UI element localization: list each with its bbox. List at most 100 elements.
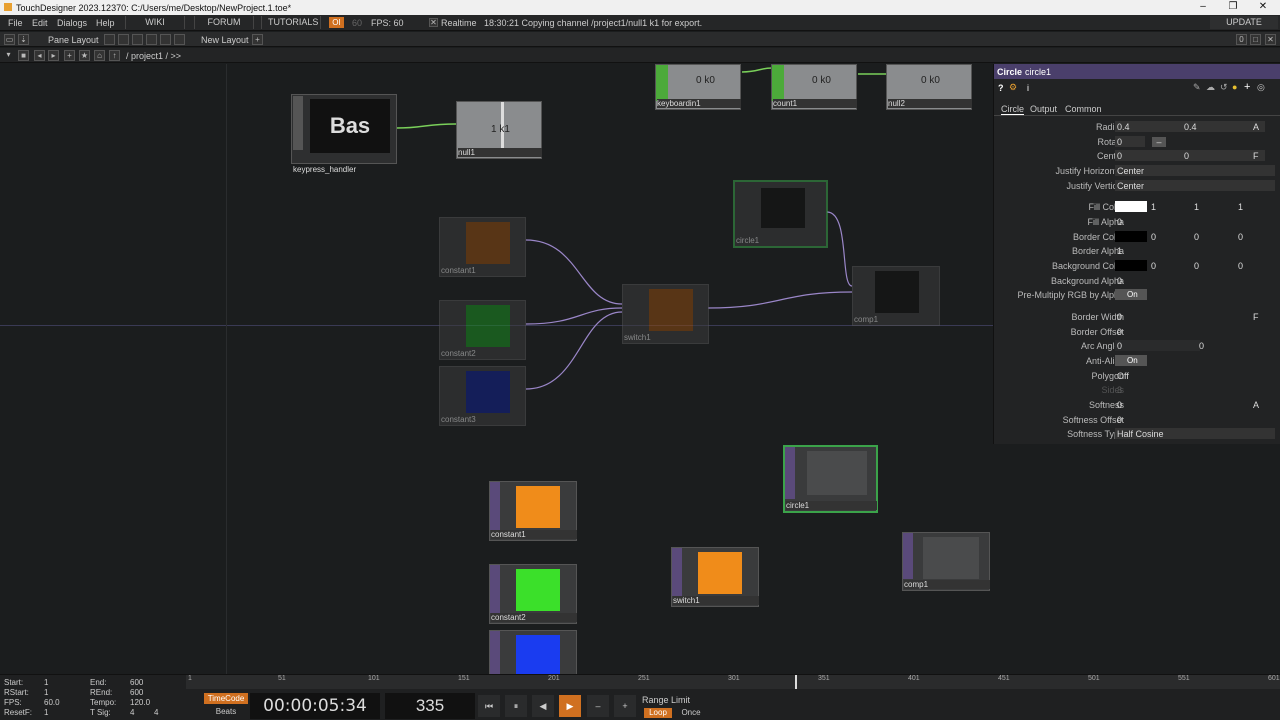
param-center[interactable]: Center 0 0 F <box>994 149 1280 163</box>
param-border-offset[interactable]: Border Offset 0 <box>994 325 1280 339</box>
play-icon[interactable]: ▶ <box>559 695 581 717</box>
param-border-width[interactable]: Border Width 0 F <box>994 310 1280 324</box>
split-icon[interactable]: ⇣ <box>18 34 29 45</box>
param-softness-offset[interactable]: Softness Offset 0 <box>994 413 1280 427</box>
param-softness[interactable]: Softness 0 A <box>994 398 1280 412</box>
once-button[interactable]: Once <box>676 708 706 718</box>
pane-icon[interactable]: ▭ <box>4 34 15 45</box>
tsig-value-2[interactable]: 4 <box>154 708 158 717</box>
layout-3-button[interactable] <box>132 34 143 45</box>
param-fill-alpha[interactable]: Fill Alpha 0 <box>994 215 1280 229</box>
close-icon[interactable]: ✕ <box>1248 1 1278 12</box>
node-constant2[interactable]: constant2 <box>489 564 577 624</box>
param-justify-horizontal[interactable]: Justify Horizontal Center <box>994 164 1280 178</box>
minimize-icon[interactable]: – <box>1188 1 1218 12</box>
menu-dialogs[interactable]: Dialogs <box>57 18 87 28</box>
python-icon[interactable]: ⚙ <box>1009 82 1017 93</box>
maximize-icon[interactable]: ❐ <box>1218 1 1248 12</box>
tab-output[interactable]: Output <box>1030 104 1057 114</box>
param-premultiply[interactable]: Pre-Multiply RGB by Alpha On <box>994 288 1280 302</box>
menu-edit[interactable]: Edit <box>32 18 48 28</box>
pane-close-icon[interactable]: ✕ <box>1265 34 1276 45</box>
node-constant1[interactable]: constant1 <box>489 481 577 541</box>
layout-2-button[interactable] <box>118 34 129 45</box>
param-justify-vertical[interactable]: Justify Vertical Center <box>994 179 1280 193</box>
param-radius[interactable]: Radius 0.4 0.4 A <box>994 120 1280 134</box>
network-path[interactable]: / project1 / >> <box>126 51 181 61</box>
param-border-alpha[interactable]: Border Alpha 1 <box>994 244 1280 258</box>
realtime-checkbox[interactable]: ✕ <box>429 18 438 27</box>
node-comp1[interactable]: comp1 <box>902 532 990 591</box>
wiki-button[interactable]: WIKI <box>125 16 185 29</box>
pane-max-icon[interactable]: □ <box>1250 34 1261 45</box>
add-layout-icon[interactable]: + <box>252 34 263 45</box>
node-count1[interactable]: 0 k0 count1 <box>771 64 857 110</box>
param-softness-type[interactable]: Softness Type Half Cosine <box>994 427 1280 441</box>
layout-4-button[interactable] <box>146 34 157 45</box>
param-rotate[interactable]: Rotate 0– <box>994 135 1280 149</box>
node-null2[interactable]: 0 k0 null2 <box>886 64 972 110</box>
param-background-color[interactable]: Background Color 0 0 0 <box>994 259 1280 273</box>
param-arc-angles[interactable]: Arc Angles 0 0 <box>994 339 1280 353</box>
target-icon[interactable]: ◎ <box>1257 82 1265 93</box>
op-name[interactable]: circle1 <box>1025 67 1051 77</box>
pane-type-icon[interactable]: ■ <box>18 50 29 61</box>
node-constant3[interactable] <box>489 630 577 674</box>
frame-display[interactable]: 335 <box>385 693 475 719</box>
pause-icon[interactable]: ⏸ <box>505 695 527 717</box>
up-icon[interactable]: ↑ <box>109 50 120 61</box>
menu-file[interactable]: File <box>8 18 23 28</box>
reset-icon[interactable]: ↺ <box>1220 82 1228 93</box>
comment-icon[interactable]: ☁ <box>1206 82 1215 93</box>
param-fill-color[interactable]: Fill Color 1 1 1 <box>994 200 1280 214</box>
forward-icon[interactable]: ▸ <box>48 50 59 61</box>
home-icon[interactable]: ⌂ <box>94 50 105 61</box>
oi-button[interactable]: OI <box>329 17 344 28</box>
beats-toggle[interactable]: Beats <box>204 706 248 717</box>
tempo-value[interactable]: 120.0 <box>130 698 150 707</box>
resetf-value[interactable]: 1 <box>44 708 48 717</box>
layout-5-button[interactable] <box>160 34 171 45</box>
pane-menu-icon[interactable]: ▾ <box>3 50 14 61</box>
playhead[interactable] <box>795 675 797 689</box>
timeline-ruler[interactable]: 1 51 101 151 201 251 301 351 401 451 501 551 601 <box>186 675 1280 689</box>
pane-zero-button[interactable]: 0 <box>1236 34 1247 45</box>
node-keypress-handler[interactable]: Bas keypress_handler <box>291 94 397 174</box>
start-value[interactable]: 1 <box>44 678 48 687</box>
timecode-toggle[interactable]: TimeCode <box>204 693 248 704</box>
bookmark-icon[interactable]: ★ <box>79 50 90 61</box>
info-icon[interactable]: i <box>1027 83 1029 93</box>
node-switch1[interactable]: switch1 <box>671 547 759 607</box>
play-reverse-icon[interactable]: ◀ <box>532 695 554 717</box>
forum-button[interactable]: FORUM <box>194 16 254 29</box>
rend-value[interactable]: 600 <box>130 688 143 697</box>
layout-1-button[interactable] <box>104 34 115 45</box>
back-icon[interactable]: ◂ <box>34 50 45 61</box>
loop-button[interactable]: Loop <box>644 708 672 718</box>
edit-icon[interactable]: ✎ <box>1193 82 1201 93</box>
node-keyboardin1[interactable]: 0 k0 keyboardin1 <box>655 64 741 110</box>
network-editor[interactable]: Bas keypress_handler 1 k1 null1 0 k0 key… <box>0 64 993 674</box>
help-icon[interactable]: ? <box>998 83 1004 93</box>
menu-help[interactable]: Help <box>96 18 115 28</box>
tutorials-button[interactable]: TUTORIALS <box>261 16 321 29</box>
tab-circle[interactable]: Circle <box>1001 104 1025 115</box>
node-null1[interactable]: 1 k1 null1 <box>456 101 542 159</box>
tab-common[interactable]: Common <box>1065 104 1102 114</box>
param-anti-alias[interactable]: Anti-Alias On <box>994 354 1280 368</box>
add-op-icon[interactable]: + <box>64 50 75 61</box>
update-button[interactable]: UPDATE <box>1210 16 1278 29</box>
add-icon[interactable]: + <box>1244 81 1250 93</box>
rstart-value[interactable]: 1 <box>44 688 48 697</box>
fps-value[interactable]: 60.0 <box>44 698 60 707</box>
timecode-display[interactable]: 00:00:05:34 <box>250 693 380 719</box>
node-circle1[interactable]: circle1 <box>783 445 878 513</box>
color-icon[interactable]: ● <box>1232 82 1237 92</box>
param-border-color[interactable]: Border Color 0 0 0 <box>994 230 1280 244</box>
end-value[interactable]: 600 <box>130 678 143 687</box>
rewind-icon[interactable]: ⏮ <box>478 695 500 717</box>
step-back-icon[interactable]: – <box>587 695 609 717</box>
layout-6-button[interactable] <box>174 34 185 45</box>
param-background-alpha[interactable]: Background Alpha 0 <box>994 274 1280 288</box>
step-forward-icon[interactable]: + <box>614 695 636 717</box>
